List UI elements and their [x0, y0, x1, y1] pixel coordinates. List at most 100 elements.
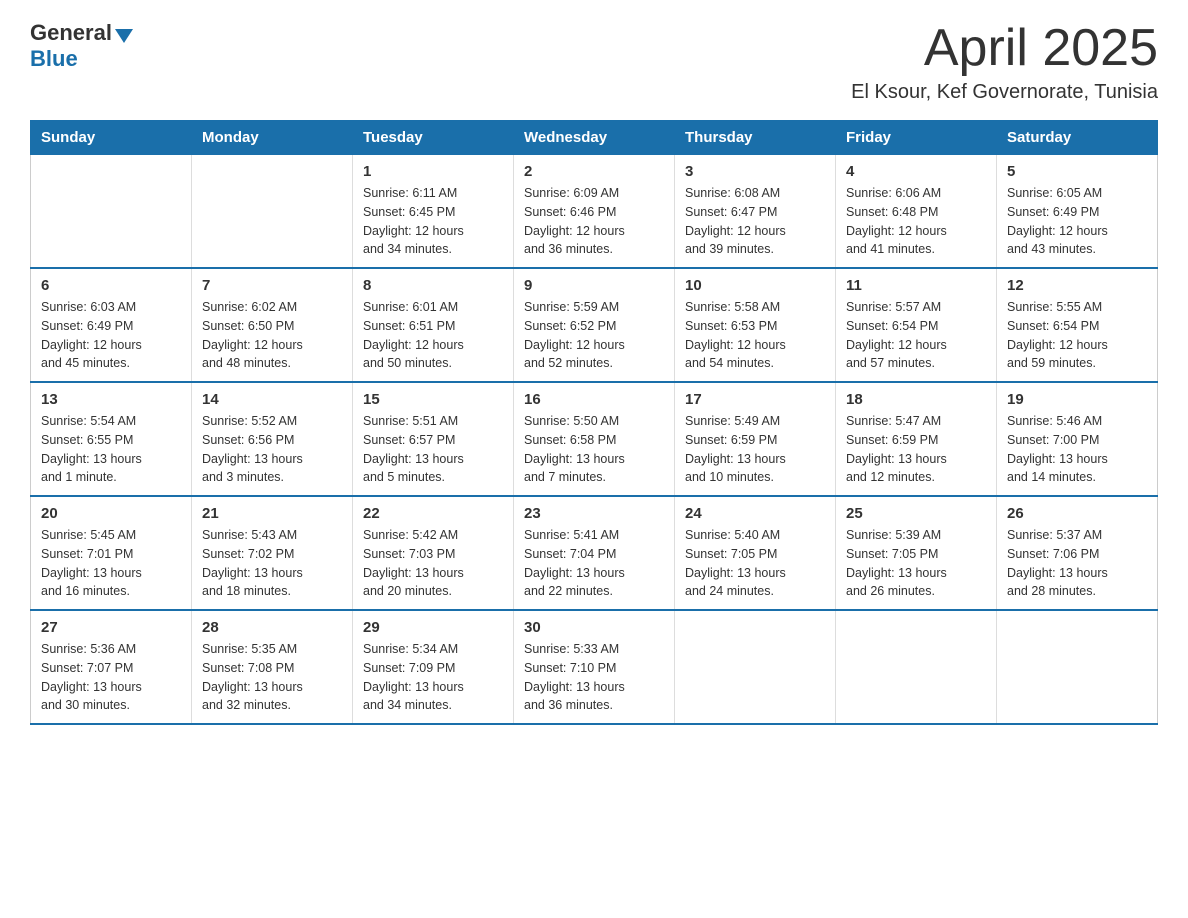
- calendar-body: 1 Sunrise: 6:11 AM Sunset: 6:45 PM Daylig…: [31, 155, 1158, 725]
- day-info: Sunrise: 5:35 AM Sunset: 7:08 PM Dayligh…: [202, 640, 342, 715]
- calendar-cell: 1 Sunrise: 6:11 AM Sunset: 6:45 PM Daylig…: [353, 155, 514, 269]
- day-number: 13: [41, 391, 181, 408]
- day-number: 18: [846, 391, 986, 408]
- calendar-week-3: 13 Sunrise: 5:54 AM Sunset: 6:55 PM Dayli…: [31, 382, 1158, 496]
- page-subtitle: El Ksour, Kef Governorate, Tunisia: [851, 81, 1158, 104]
- day-number: 5: [1007, 163, 1147, 180]
- day-info: Sunrise: 6:06 AM Sunset: 6:48 PM Dayligh…: [846, 184, 986, 259]
- calendar-cell: [675, 610, 836, 724]
- day-number: 16: [524, 391, 664, 408]
- day-info: Sunrise: 5:42 AM Sunset: 7:03 PM Dayligh…: [363, 526, 503, 601]
- calendar-cell: [192, 155, 353, 269]
- logo-triangle-icon: [115, 29, 133, 43]
- day-info: Sunrise: 5:55 AM Sunset: 6:54 PM Dayligh…: [1007, 298, 1147, 373]
- page-header: General Blue April 2025 El Ksour, Kef Go…: [30, 20, 1158, 104]
- day-number: 10: [685, 277, 825, 294]
- calendar-cell: 16 Sunrise: 5:50 AM Sunset: 6:58 PM Dayli…: [514, 382, 675, 496]
- day-info: Sunrise: 6:01 AM Sunset: 6:51 PM Dayligh…: [363, 298, 503, 373]
- calendar-cell: 4 Sunrise: 6:06 AM Sunset: 6:48 PM Daylig…: [836, 155, 997, 269]
- logo-blue-text: Blue: [30, 46, 78, 71]
- day-number: 1: [363, 163, 503, 180]
- calendar-cell: 28 Sunrise: 5:35 AM Sunset: 7:08 PM Dayli…: [192, 610, 353, 724]
- title-block: April 2025 El Ksour, Kef Governorate, Tu…: [851, 20, 1158, 104]
- day-number: 23: [524, 505, 664, 522]
- day-number: 9: [524, 277, 664, 294]
- calendar-cell: 18Sunrise: 5:47 AM Sunset: 6:59 PM Dayli…: [836, 382, 997, 496]
- day-info: Sunrise: 5:57 AM Sunset: 6:54 PM Dayligh…: [846, 298, 986, 373]
- day-number: 12: [1007, 277, 1147, 294]
- day-number: 30: [524, 619, 664, 636]
- day-info: Sunrise: 6:08 AM Sunset: 6:47 PM Dayligh…: [685, 184, 825, 259]
- day-info: Sunrise: 5:49 AM Sunset: 6:59 PM Dayligh…: [685, 412, 825, 487]
- header-day-saturday: Saturday: [997, 121, 1158, 155]
- day-info: Sunrise: 5:34 AM Sunset: 7:09 PM Dayligh…: [363, 640, 503, 715]
- day-number: 11: [846, 277, 986, 294]
- day-info: Sunrise: 6:03 AM Sunset: 6:49 PM Dayligh…: [41, 298, 181, 373]
- calendar-cell: 7Sunrise: 6:02 AM Sunset: 6:50 PM Daylig…: [192, 268, 353, 382]
- calendar-cell: [31, 155, 192, 269]
- day-number: 3: [685, 163, 825, 180]
- calendar-week-1: 1 Sunrise: 6:11 AM Sunset: 6:45 PM Daylig…: [31, 155, 1158, 269]
- day-info: Sunrise: 5:40 AM Sunset: 7:05 PM Dayligh…: [685, 526, 825, 601]
- calendar-week-4: 20Sunrise: 5:45 AM Sunset: 7:01 PM Dayli…: [31, 496, 1158, 610]
- calendar-cell: 14Sunrise: 5:52 AM Sunset: 6:56 PM Dayli…: [192, 382, 353, 496]
- calendar-cell: 17 Sunrise: 5:49 AM Sunset: 6:59 PM Dayli…: [675, 382, 836, 496]
- day-info: Sunrise: 6:11 AM Sunset: 6:45 PM Dayligh…: [363, 184, 503, 259]
- header-day-sunday: Sunday: [31, 121, 192, 155]
- day-info: Sunrise: 5:39 AM Sunset: 7:05 PM Dayligh…: [846, 526, 986, 601]
- calendar-cell: [836, 610, 997, 724]
- calendar-cell: 10 Sunrise: 5:58 AM Sunset: 6:53 PM Dayli…: [675, 268, 836, 382]
- day-info: Sunrise: 5:51 AM Sunset: 6:57 PM Dayligh…: [363, 412, 503, 487]
- day-info: Sunrise: 5:58 AM Sunset: 6:53 PM Dayligh…: [685, 298, 825, 373]
- day-info: Sunrise: 5:43 AM Sunset: 7:02 PM Dayligh…: [202, 526, 342, 601]
- calendar-cell: 19 Sunrise: 5:46 AM Sunset: 7:00 PM Dayli…: [997, 382, 1158, 496]
- header-row: SundayMondayTuesdayWednesdayThursdayFrid…: [31, 121, 1158, 155]
- day-number: 8: [363, 277, 503, 294]
- day-number: 22: [363, 505, 503, 522]
- day-number: 21: [202, 505, 342, 522]
- day-number: 4: [846, 163, 986, 180]
- day-info: Sunrise: 5:45 AM Sunset: 7:01 PM Dayligh…: [41, 526, 181, 601]
- day-info: Sunrise: 5:46 AM Sunset: 7:00 PM Dayligh…: [1007, 412, 1147, 487]
- calendar-cell: 11 Sunrise: 5:57 AM Sunset: 6:54 PM Dayli…: [836, 268, 997, 382]
- calendar-cell: [997, 610, 1158, 724]
- calendar-week-2: 6Sunrise: 6:03 AM Sunset: 6:49 PM Daylig…: [31, 268, 1158, 382]
- calendar-cell: 24 Sunrise: 5:40 AM Sunset: 7:05 PM Dayli…: [675, 496, 836, 610]
- day-number: 26: [1007, 505, 1147, 522]
- header-day-friday: Friday: [836, 121, 997, 155]
- day-number: 17: [685, 391, 825, 408]
- calendar-cell: 26Sunrise: 5:37 AM Sunset: 7:06 PM Dayli…: [997, 496, 1158, 610]
- day-info: Sunrise: 5:50 AM Sunset: 6:58 PM Dayligh…: [524, 412, 664, 487]
- calendar-header: SundayMondayTuesdayWednesdayThursdayFrid…: [31, 121, 1158, 155]
- page-title: April 2025: [851, 20, 1158, 77]
- calendar-cell: 15Sunrise: 5:51 AM Sunset: 6:57 PM Dayli…: [353, 382, 514, 496]
- calendar-cell: 30Sunrise: 5:33 AM Sunset: 7:10 PM Dayli…: [514, 610, 675, 724]
- calendar-table: SundayMondayTuesdayWednesdayThursdayFrid…: [30, 120, 1158, 725]
- calendar-week-5: 27Sunrise: 5:36 AM Sunset: 7:07 PM Dayli…: [31, 610, 1158, 724]
- calendar-cell: 2Sunrise: 6:09 AM Sunset: 6:46 PM Daylig…: [514, 155, 675, 269]
- calendar-cell: 20Sunrise: 5:45 AM Sunset: 7:01 PM Dayli…: [31, 496, 192, 610]
- day-number: 28: [202, 619, 342, 636]
- day-number: 29: [363, 619, 503, 636]
- calendar-cell: 8 Sunrise: 6:01 AM Sunset: 6:51 PM Daylig…: [353, 268, 514, 382]
- calendar-cell: 27Sunrise: 5:36 AM Sunset: 7:07 PM Dayli…: [31, 610, 192, 724]
- day-number: 2: [524, 163, 664, 180]
- day-info: Sunrise: 5:41 AM Sunset: 7:04 PM Dayligh…: [524, 526, 664, 601]
- header-day-thursday: Thursday: [675, 121, 836, 155]
- logo-general-text: General: [30, 20, 112, 46]
- header-day-wednesday: Wednesday: [514, 121, 675, 155]
- day-info: Sunrise: 6:02 AM Sunset: 6:50 PM Dayligh…: [202, 298, 342, 373]
- day-number: 27: [41, 619, 181, 636]
- day-number: 19: [1007, 391, 1147, 408]
- day-info: Sunrise: 5:59 AM Sunset: 6:52 PM Dayligh…: [524, 298, 664, 373]
- day-info: Sunrise: 5:54 AM Sunset: 6:55 PM Dayligh…: [41, 412, 181, 487]
- day-number: 25: [846, 505, 986, 522]
- day-number: 24: [685, 505, 825, 522]
- calendar-cell: 23 Sunrise: 5:41 AM Sunset: 7:04 PM Dayli…: [514, 496, 675, 610]
- day-info: Sunrise: 6:05 AM Sunset: 6:49 PM Dayligh…: [1007, 184, 1147, 259]
- calendar-cell: 25 Sunrise: 5:39 AM Sunset: 7:05 PM Dayli…: [836, 496, 997, 610]
- header-day-monday: Monday: [192, 121, 353, 155]
- calendar-cell: 29 Sunrise: 5:34 AM Sunset: 7:09 PM Dayli…: [353, 610, 514, 724]
- calendar-cell: 13 Sunrise: 5:54 AM Sunset: 6:55 PM Dayli…: [31, 382, 192, 496]
- calendar-cell: 21 Sunrise: 5:43 AM Sunset: 7:02 PM Dayli…: [192, 496, 353, 610]
